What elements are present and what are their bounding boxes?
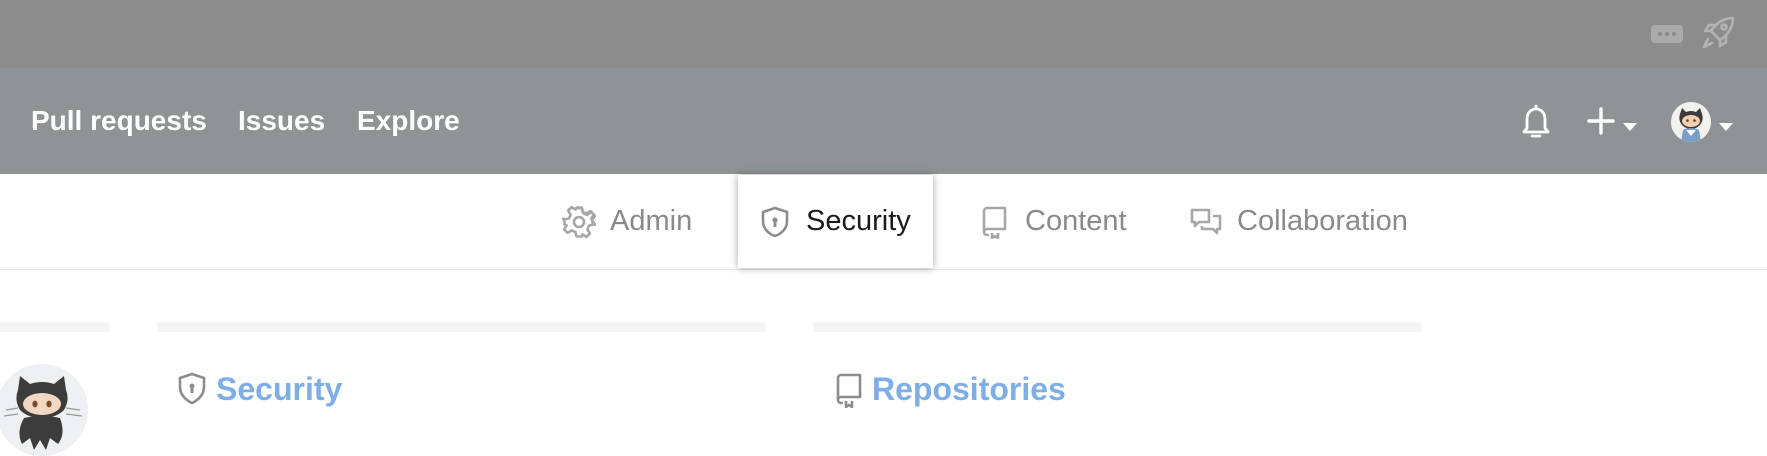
caret-down-icon[interactable]	[1718, 119, 1734, 137]
gear-icon	[561, 205, 599, 239]
top-navigation-bar: Pull requests Issues Explore	[0, 68, 1767, 174]
tab-collaboration-label: Collaboration	[1237, 205, 1408, 237]
shield-icon	[758, 205, 792, 239]
nav-explore-link[interactable]: Explore	[357, 104, 460, 138]
tab-security[interactable]: Security	[738, 175, 933, 268]
tab-content-label: Content	[1025, 205, 1127, 237]
tab-admin-label: Admin	[610, 205, 693, 237]
more-icon[interactable]	[1650, 24, 1684, 49]
tab-security-label: Security	[806, 205, 911, 237]
nav-pull-requests-link[interactable]: Pull requests	[31, 104, 207, 138]
security-section-link[interactable]: Security	[216, 369, 342, 409]
plus-icon[interactable]	[1586, 106, 1616, 141]
repositories-section-link[interactable]: Repositories	[872, 369, 1066, 409]
caret-down-icon[interactable]	[1622, 119, 1638, 137]
settings-tab-bar: Admin Security Content Collaboration	[0, 174, 1767, 270]
repo-icon	[833, 372, 865, 413]
card-top-border	[157, 322, 765, 332]
window-titlebar	[0, 0, 1767, 68]
rocket-icon[interactable]	[1700, 15, 1736, 56]
card-top-border	[0, 322, 109, 332]
octocat-avatar	[0, 364, 88, 456]
nav-issues-link[interactable]: Issues	[238, 104, 325, 138]
bell-icon[interactable]	[1519, 104, 1553, 145]
shield-icon	[176, 372, 208, 411]
tab-content[interactable]: Content	[977, 174, 1127, 269]
avatar[interactable]	[1671, 102, 1711, 142]
tab-admin[interactable]: Admin	[561, 174, 693, 269]
tab-collaboration[interactable]: Collaboration	[1189, 174, 1408, 269]
repo-icon	[977, 205, 1011, 239]
card-top-border	[813, 322, 1421, 332]
comment-discussion-icon	[1189, 205, 1223, 239]
